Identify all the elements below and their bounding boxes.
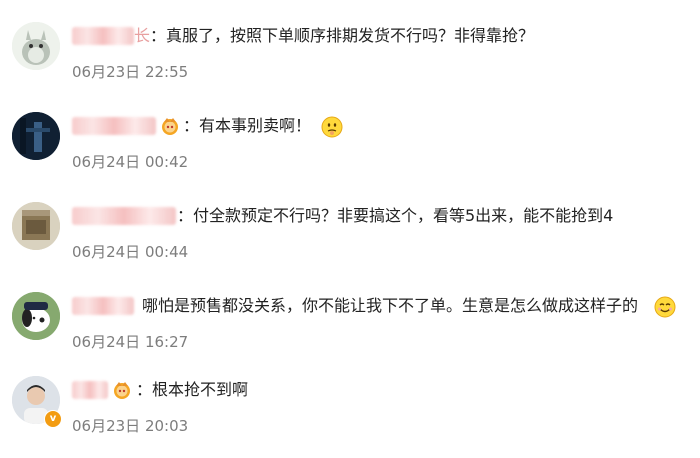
username-blurred[interactable] <box>72 117 156 135</box>
building-avatar-image <box>12 202 60 250</box>
vip-crown-icon <box>112 380 132 400</box>
comment-item: ：付全款预定不行吗？非要搞这个，看等5出来，能不能抢到4 06月24日 00:4… <box>0 194 700 284</box>
comment-time: 06月24日 00:42 <box>72 153 189 171</box>
vip-crown-icon <box>160 116 180 136</box>
avatar[interactable] <box>12 22 60 70</box>
username-blurred[interactable] <box>72 27 134 45</box>
avatar[interactable] <box>12 112 60 160</box>
comment-item: 哪怕是预售都没关系，你不能让我下不了单。生意是怎么做成这样子的 06月24日 1… <box>0 284 700 374</box>
snoopy-avatar-image <box>12 292 60 340</box>
comment-time: 06月24日 00:44 <box>72 243 189 261</box>
username-blurred[interactable] <box>72 297 134 315</box>
verified-v-badge: v <box>44 410 62 428</box>
username-blurred[interactable] <box>72 207 176 225</box>
comment-item: ：有本事别卖啊！ 06月24日 00:42 <box>0 104 700 194</box>
comment-text: ：根本抢不到啊 <box>136 380 249 399</box>
totoro-avatar-image <box>12 22 60 70</box>
avatar[interactable] <box>12 292 60 340</box>
comment-item: v ：根本抢不到啊 06月23日 20:03 <box>0 368 700 458</box>
smile-emoji <box>654 296 676 318</box>
comment-time: 06月23日 22:55 <box>72 63 189 81</box>
comment-text: ：付全款预定不行吗？非要搞这个，看等5出来，能不能抢到4 <box>177 206 614 225</box>
username-tail: 长 <box>134 26 151 45</box>
comment-time: 06月24日 16:27 <box>72 333 189 351</box>
username-blurred[interactable] <box>72 381 108 399</box>
comment-text: 哪怕是预售都没关系，你不能让我下不了单。生意是怎么做成这样子的 <box>142 296 639 315</box>
comment-time: 06月23日 20:03 <box>72 417 189 435</box>
comment-text: ：真服了，按照下单顺序排期发货不行吗？非得靠抢？ <box>150 26 535 45</box>
dark-figure-avatar-image <box>12 112 60 160</box>
thinking-face-emoji <box>321 116 343 138</box>
comment-item: 长 ：真服了，按照下单顺序排期发货不行吗？非得靠抢？ 06月23日 22:55 <box>0 14 700 104</box>
avatar[interactable] <box>12 202 60 250</box>
comment-text: ：有本事别卖啊！ <box>183 116 312 135</box>
